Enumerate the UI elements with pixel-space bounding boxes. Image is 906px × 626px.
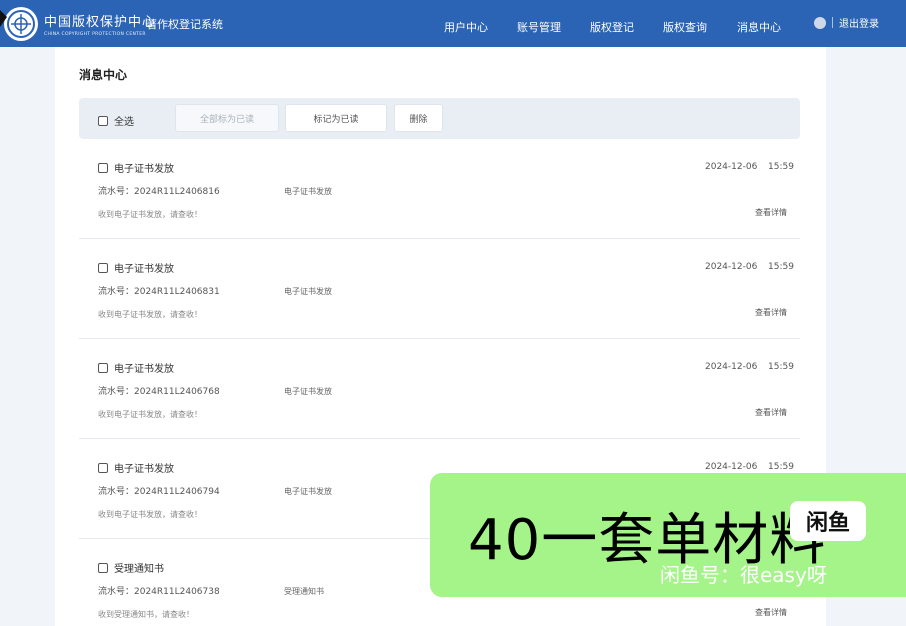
divider — [832, 17, 833, 28]
nav-message-center[interactable]: 消息中心 — [737, 19, 781, 35]
message-type: 电子证书发放 — [284, 287, 332, 296]
message-serial: 流水号：2024R11L2406768 — [98, 387, 220, 397]
message-item[interactable]: 电子证书发放 流水号：2024R11L2406831 电子证书发放 收到电子证书… — [79, 239, 800, 339]
message-serial: 流水号：2024R11L2406816 — [98, 187, 220, 197]
view-details-link[interactable]: 查看详情 — [755, 607, 787, 618]
mark-all-read-button[interactable]: 全部标为已读 — [175, 104, 279, 132]
page-title: 消息中心 — [79, 68, 128, 82]
logo-chinese-name: 中国版权保护中心 — [44, 15, 157, 30]
message-type: 受理通知书 — [284, 587, 324, 596]
promo-badge: 闲鱼 — [790, 501, 866, 541]
message-serial: 流水号：2024R11L2406794 — [98, 487, 220, 497]
message-type: 电子证书发放 — [284, 487, 332, 496]
top-navbar: 中国版权保护中心 CHINA COPYRIGHT PROTECTION CENT… — [0, 0, 906, 47]
message-checkbox[interactable] — [98, 362, 108, 373]
message-title: 电子证书发放 — [114, 464, 174, 475]
message-item[interactable]: 电子证书发放 流水号：2024R11L2406768 电子证书发放 收到电子证书… — [79, 339, 800, 439]
message-title: 电子证书发放 — [114, 364, 174, 375]
message-description: 收到电子证书发放，请查收！ — [98, 510, 202, 519]
nav-user-center[interactable]: 用户中心 — [444, 19, 488, 35]
message-serial: 流水号：2024R11L2406831 — [98, 287, 220, 297]
message-serial: 流水号：2024R11L2406738 — [98, 587, 220, 597]
message-time: 15:59 — [768, 262, 794, 272]
nav-account-management[interactable]: 账号管理 — [517, 19, 561, 35]
message-checkbox[interactable] — [98, 262, 108, 273]
nav-copyright-registration[interactable]: 版权登记 — [590, 19, 634, 35]
delete-button[interactable]: 删除 — [394, 104, 443, 132]
user-area: 退出登录 — [814, 15, 879, 30]
message-description: 收到电子证书发放，请查收！ — [98, 410, 202, 419]
view-details-link[interactable]: 查看详情 — [755, 207, 787, 218]
message-time: 15:59 — [768, 362, 794, 372]
message-description: 收到电子证书发放，请查收！ — [98, 210, 202, 219]
view-details-link[interactable]: 查看详情 — [755, 407, 787, 418]
mark-read-button[interactable]: 标记为已读 — [285, 104, 387, 132]
message-date: 2024-12-06 — [705, 162, 758, 172]
message-description: 收到电子证书发放，请查收！ — [98, 310, 202, 319]
message-title: 电子证书发放 — [114, 164, 174, 175]
checkbox-icon[interactable] — [98, 115, 108, 126]
message-time: 15:59 — [768, 162, 794, 172]
message-checkbox[interactable] — [98, 162, 108, 173]
message-title: 电子证书发放 — [114, 264, 174, 275]
nav-copyright-query[interactable]: 版权查询 — [663, 19, 707, 35]
user-avatar-icon[interactable] — [814, 16, 826, 29]
message-time: 15:59 — [768, 462, 794, 472]
message-checkbox[interactable] — [98, 462, 108, 473]
promo-overlay: 40一套单材料 闲鱼 闲鱼号：很easy呀 — [430, 473, 906, 597]
select-all-checkbox[interactable]: 全选 — [98, 113, 134, 128]
message-date: 2024-12-06 — [705, 362, 758, 372]
message-type: 电子证书发放 — [284, 387, 332, 396]
select-all-label: 全选 — [114, 117, 134, 128]
message-checkbox[interactable] — [98, 562, 108, 573]
message-type: 电子证书发放 — [284, 187, 332, 196]
message-title: 受理通知书 — [114, 564, 164, 575]
logout-link[interactable]: 退出登录 — [839, 15, 879, 30]
logo-english-name: CHINA COPYRIGHT PROTECTION CENTER — [44, 32, 146, 37]
system-name: 著作权登记系统 — [146, 18, 223, 31]
logo-emblem-icon — [4, 7, 38, 41]
message-description: 收到受理通知书，请查收！ — [98, 610, 194, 619]
logo[interactable]: 中国版权保护中心 CHINA COPYRIGHT PROTECTION CENT… — [4, 7, 156, 41]
view-details-link[interactable]: 查看详情 — [755, 307, 787, 318]
message-date: 2024-12-06 — [705, 262, 758, 272]
mouse-cursor-icon — [0, 10, 7, 27]
message-item[interactable]: 电子证书发放 流水号：2024R11L2406816 电子证书发放 收到电子证书… — [79, 139, 800, 239]
promo-subtitle: 闲鱼号：很easy呀 — [660, 563, 827, 587]
message-toolbar: 全选 全部标为已读 标记为已读 删除 — [79, 98, 800, 139]
message-date: 2024-12-06 — [705, 462, 758, 472]
